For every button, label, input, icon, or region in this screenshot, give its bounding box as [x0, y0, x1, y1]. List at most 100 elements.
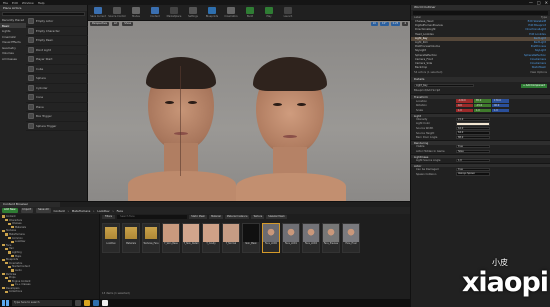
asset-tile[interactable]: Textures_Face	[142, 223, 160, 253]
asset-tile[interactable]: T_Skin_Base	[162, 223, 180, 253]
vector-component-field[interactable]: 170.0	[492, 99, 509, 103]
scale-snap-button[interactable]: 0.25	[390, 22, 401, 26]
add-component-button[interactable]: + Add Component	[520, 83, 547, 88]
breadcrumb-3[interactable]: Face	[117, 209, 123, 213]
unreal-engine-icon[interactable]	[102, 300, 108, 306]
toolbar-button-3[interactable]: Content	[147, 6, 163, 20]
folder-tree-item[interactable]: Collections	[0, 290, 99, 294]
rotation-snap-button[interactable]: 10°	[379, 22, 389, 26]
asset-grid: LookDev Materials Textures_Face T_Skin_Base…	[102, 223, 408, 253]
toolbar-button-6[interactable]: Blueprints	[204, 6, 220, 20]
asset-tile[interactable]: Face_LOD2	[302, 223, 320, 253]
property-value-field[interactable]: 1.0	[456, 158, 490, 163]
outliner-view-options[interactable]: View Options	[530, 71, 547, 74]
actor-item[interactable]: Sphere	[26, 74, 88, 84]
level-viewport[interactable]: Perspective Lit Show 10 10° 0.25 4	[88, 21, 410, 201]
folder-icon	[2, 287, 5, 290]
menu-help[interactable]: Help	[38, 1, 45, 5]
asset-search-input[interactable]: Search Face	[117, 215, 188, 219]
folder-name: Engine Content	[12, 279, 31, 283]
property-value-field[interactable]: Always Spawn	[456, 172, 490, 176]
asset-tile[interactable]: T_Cavity	[202, 223, 220, 253]
menu-file[interactable]: File	[3, 1, 8, 5]
actor-name-field[interactable]: Light_Key	[414, 84, 474, 88]
asset-tile[interactable]: Face_Preview	[322, 223, 340, 253]
filter-chip[interactable]: Skeletal Mesh	[266, 215, 287, 219]
property-value-field[interactable]: 15.0	[456, 117, 490, 122]
actor-item[interactable]: Empty Pawn	[26, 36, 88, 46]
vector-component-field[interactable]: 1.0	[492, 108, 509, 112]
vector-component-field[interactable]: -120.0	[456, 99, 473, 103]
task-view-icon[interactable]	[75, 300, 81, 306]
breadcrumb-0[interactable]: Content	[54, 209, 65, 213]
property-value-field[interactable]	[456, 122, 490, 126]
import-button[interactable]: Import	[20, 208, 34, 213]
asset-tile[interactable]: LookDev	[102, 223, 120, 253]
property-value-field[interactable]: 88.0	[456, 136, 490, 140]
camera-speed-button[interactable]: 4	[402, 22, 408, 26]
vector-component-field[interactable]: 1.0	[474, 108, 491, 112]
browser-icon[interactable]	[93, 300, 99, 306]
asset-tile[interactable]: Face_Final	[342, 223, 360, 253]
folder-icon	[5, 290, 8, 294]
toolbar-button-9[interactable]: Play	[261, 6, 277, 20]
vector-component-field[interactable]: 1.0	[456, 108, 473, 112]
vector-component-field[interactable]: 40.0	[492, 103, 509, 108]
property-value-field[interactable]: 64.0	[456, 126, 490, 131]
outliner-search-input[interactable]	[413, 11, 548, 15]
filters-button[interactable]: Filters	[102, 215, 116, 219]
filter-chip[interactable]: Texture	[251, 215, 265, 219]
actor-item[interactable]: Box Trigger	[26, 112, 88, 122]
property-value-field[interactable]: false	[456, 149, 490, 154]
vector-component-field[interactable]: -15.0	[474, 103, 491, 108]
actor-item[interactable]: Player Start	[26, 55, 88, 65]
modes-search-input[interactable]	[2, 12, 85, 16]
actor-item[interactable]: Plane	[26, 103, 88, 112]
toolbar-button-10[interactable]: Launch	[280, 6, 296, 20]
category-item[interactable]: Recently Placed	[0, 17, 26, 23]
breadcrumb-1[interactable]: MetaHumans	[72, 209, 91, 213]
viewport-perspective-button[interactable]: Perspective	[90, 22, 110, 26]
file-explorer-icon[interactable]	[84, 300, 90, 306]
filter-chip[interactable]: Static Mesh	[189, 215, 208, 219]
vector-component-field[interactable]: 85.0	[474, 99, 491, 103]
filter-chip[interactable]: Material Instance	[224, 215, 250, 219]
viewport-lit-button[interactable]: Lit	[112, 22, 120, 26]
windows-start-icon[interactable]	[2, 300, 9, 306]
grid-snap-button[interactable]: 10	[370, 22, 378, 26]
property-label: Location	[416, 99, 427, 103]
property-value-field[interactable]: true	[456, 145, 490, 149]
add-new-button[interactable]: Add New	[2, 208, 18, 213]
asset-tile[interactable]: Skin_Mask	[242, 223, 260, 253]
asset-tile[interactable]: Materials	[122, 223, 140, 253]
toolbar-button-0[interactable]: Save Current	[90, 6, 106, 20]
asset-tile[interactable]: T_Normal	[222, 223, 240, 253]
toolbar-button-4[interactable]: Marketplace	[166, 6, 182, 20]
taskbar-search-input[interactable]: Type here to search	[12, 300, 72, 306]
toolbar-button-1[interactable]: Source Control	[108, 6, 126, 20]
menu-window[interactable]: Window	[22, 1, 34, 5]
actor-item[interactable]: Cylinder	[26, 84, 88, 93]
breadcrumb-2[interactable]: LookDev	[97, 209, 109, 213]
toolbar-button-8[interactable]: Build	[242, 6, 258, 20]
actor-item[interactable]: Point Light	[26, 46, 88, 55]
viewport-show-button[interactable]: Show	[122, 22, 134, 26]
actor-item[interactable]: Sphere Trigger	[26, 122, 88, 131]
toolbar-button-2[interactable]: Modes	[128, 6, 144, 20]
toolbar-button-7[interactable]: Cinematics	[223, 6, 239, 20]
vector-component-field[interactable]: 0.0	[456, 103, 473, 108]
asset-tile[interactable]: T_Skin_Detail	[182, 223, 200, 253]
menu-edit[interactable]: Edit	[12, 1, 18, 5]
asset-tile[interactable]: Face_LOD1	[282, 223, 300, 253]
actor-item[interactable]: Empty Character	[26, 27, 88, 36]
category-item[interactable]: All Classes	[0, 56, 26, 62]
save-all-button[interactable]: Save All	[36, 208, 51, 213]
actor-item[interactable]: Cone	[26, 93, 88, 103]
toolbar-button-5[interactable]: Settings	[185, 6, 201, 20]
property-value-field[interactable]: 64.0	[456, 131, 490, 135]
property-value-field[interactable]: true	[456, 167, 490, 172]
actor-item[interactable]: Empty Actor	[26, 17, 88, 27]
filter-chip[interactable]: Material	[209, 215, 223, 219]
actor-item[interactable]: Cube	[26, 65, 88, 74]
asset-tile[interactable]: Face_LOD0	[262, 223, 280, 253]
